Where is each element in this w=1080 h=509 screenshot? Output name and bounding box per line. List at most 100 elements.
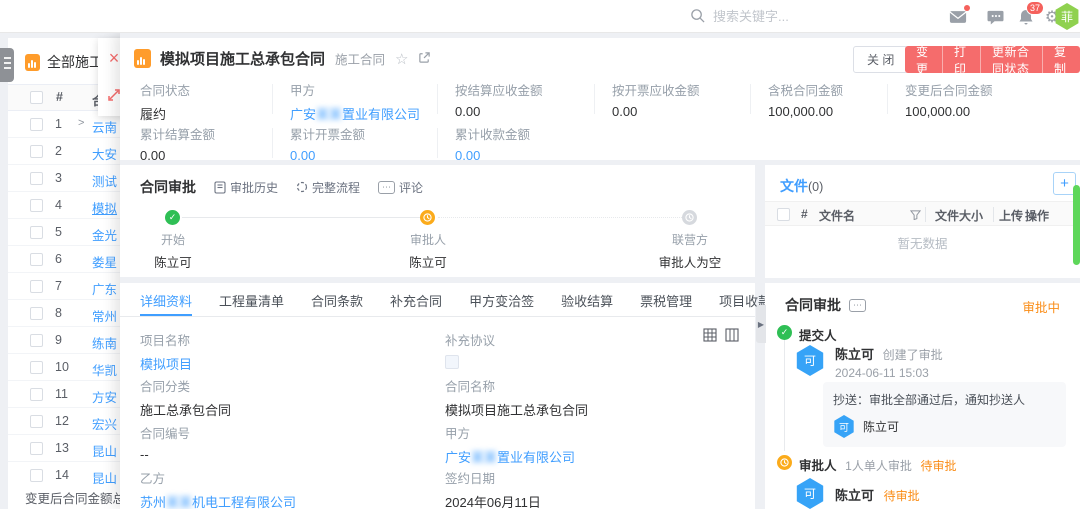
files-col-name: 文件名	[819, 207, 855, 224]
row-checkbox[interactable]	[30, 334, 43, 347]
scrollbar-thumb[interactable]	[1073, 185, 1080, 265]
chat-icon[interactable]	[985, 7, 1005, 27]
field-supplement-flag: 补充协议	[445, 330, 495, 372]
text-part: 广安	[290, 107, 316, 122]
tab-terms[interactable]: 合同条款	[311, 289, 363, 316]
text-part: 苏州	[140, 495, 166, 509]
comment-link[interactable]: ⋯ 评论	[378, 179, 423, 196]
approver-stage-status: 待审批	[920, 459, 956, 473]
panel-collapse-handle[interactable]: ▶	[756, 305, 766, 343]
favorite-star-icon[interactable]: ☆	[395, 50, 408, 68]
row-checkbox[interactable]	[30, 442, 43, 455]
files-title: 文件	[780, 178, 808, 194]
contract-link[interactable]: 华凯	[92, 360, 117, 379]
row-index: 3	[55, 171, 62, 185]
contract-link[interactable]: 宏兴	[92, 414, 117, 433]
field-value: 施工总承包合同	[140, 400, 231, 419]
comment-icon[interactable]: ⋯	[849, 299, 866, 312]
page-title: 模拟项目施工总承包合同	[160, 48, 325, 69]
tab-boq[interactable]: 工程量清单	[219, 289, 284, 316]
row-checkbox[interactable]	[30, 145, 43, 158]
approver-label: 审批人	[799, 459, 837, 473]
field-total-settled: 累计结算金额 0.00	[140, 124, 215, 163]
document-chart-icon	[25, 54, 40, 71]
change-button[interactable]: 变 更	[905, 46, 943, 73]
open-external-icon[interactable]	[418, 51, 431, 67]
update-status-button[interactable]: 更新合同状态	[981, 46, 1043, 73]
close-icon[interactable]: ×	[109, 49, 120, 67]
filter-icon[interactable]	[910, 209, 921, 223]
tab-supplement[interactable]: 补充合同	[390, 289, 442, 316]
print-button[interactable]: 打 印	[943, 46, 981, 73]
row-checkbox[interactable]	[30, 118, 43, 131]
document-chart-icon	[134, 49, 151, 68]
row-checkbox[interactable]	[30, 280, 43, 293]
contract-link[interactable]: 模拟	[92, 198, 117, 217]
full-flow-link[interactable]: 完整流程	[296, 179, 360, 196]
received-amount-link[interactable]: 0.00	[455, 148, 530, 163]
tab-tax[interactable]: 票税管理	[640, 289, 692, 316]
approval-history-link[interactable]: 审批历史	[214, 179, 278, 196]
grid-view-icon[interactable]	[703, 328, 717, 345]
redacted-text: 某某	[316, 107, 342, 122]
field-label: 累计开票金额	[290, 124, 365, 143]
global-search[interactable]	[690, 4, 950, 29]
bell-icon[interactable]: 37	[1016, 7, 1036, 27]
contract-link[interactable]: 云南	[92, 117, 117, 136]
text-part: 置业有限公司	[497, 450, 575, 465]
contract-link[interactable]: 昆山	[92, 441, 117, 460]
approval-timeline-card: ▶ 合同审批 ⋯ 审批中 ✓ 提交人 可 陈立可 创建了审批 2024-06-1…	[765, 283, 1080, 509]
tab-acceptance[interactable]: 验收结算	[561, 289, 613, 316]
row-index: 8	[55, 306, 62, 320]
row-expand-caret[interactable]: >	[78, 117, 84, 129]
row-checkbox[interactable]	[30, 361, 43, 374]
field-party-b: 乙方 苏州某某机电工程有限公司	[140, 468, 296, 509]
row-checkbox[interactable]	[30, 253, 43, 266]
contract-link[interactable]: 广东	[92, 279, 117, 298]
approver-status: 待审批	[884, 489, 920, 503]
step-role: 开始	[103, 231, 243, 248]
row-index: 11	[55, 387, 68, 401]
supplement-checkbox[interactable]	[445, 355, 459, 369]
row-checkbox[interactable]	[30, 388, 43, 401]
search-input[interactable]	[713, 9, 913, 24]
files-empty-state: 暂无数据	[765, 233, 1080, 252]
tab-detail-info[interactable]: 详细资料	[140, 289, 192, 316]
tab-party-a-change[interactable]: 甲方变洽签	[469, 289, 534, 316]
row-index: 6	[55, 252, 62, 266]
party-a-link[interactable]: 广安某某置业有限公司	[445, 447, 575, 466]
contract-link[interactable]: 测试	[92, 171, 117, 190]
field-contract-category: 合同分类 施工总承包合同	[140, 376, 231, 419]
contract-link[interactable]: 方安	[92, 387, 117, 406]
field-label: 甲方	[445, 423, 575, 442]
approval-status-badge: 审批中	[1022, 297, 1060, 316]
field-label: 变更后合同金额	[905, 80, 993, 99]
row-index: 5	[55, 225, 62, 239]
files-select-all-checkbox[interactable]	[777, 208, 790, 221]
project-link[interactable]: 模拟项目	[140, 354, 192, 373]
contract-link[interactable]: 常州	[92, 306, 117, 325]
text-part: 广安	[445, 450, 471, 465]
select-all-checkbox[interactable]	[30, 91, 43, 104]
copy-button[interactable]: 复 制	[1043, 46, 1080, 73]
row-checkbox[interactable]	[30, 415, 43, 428]
row-checkbox[interactable]	[30, 199, 43, 212]
mail-icon[interactable]	[948, 7, 968, 27]
row-checkbox[interactable]	[30, 469, 43, 482]
field-party-a-detail: 甲方 广安某某置业有限公司	[445, 423, 575, 466]
invoiced-amount-link[interactable]: 0.00	[290, 148, 365, 163]
submitter-action: 创建了审批	[883, 348, 943, 362]
row-checkbox[interactable]	[30, 172, 43, 185]
contract-link[interactable]: 昆山	[92, 468, 117, 487]
row-checkbox[interactable]	[30, 307, 43, 320]
sidebar-expand-handle[interactable]	[0, 48, 14, 82]
expand-icon[interactable]	[107, 88, 121, 105]
contract-link[interactable]: 练南	[92, 333, 117, 352]
redacted-text: 某某	[166, 495, 192, 509]
contract-link[interactable]: 大安	[92, 144, 117, 163]
columns-view-icon[interactable]	[725, 328, 739, 345]
party-b-link[interactable]: 苏州某某机电工程有限公司	[140, 492, 296, 509]
row-checkbox[interactable]	[30, 226, 43, 239]
close-button[interactable]: 关 闭	[853, 46, 908, 73]
party-a-link[interactable]: 广安某某置业有限公司	[290, 104, 420, 123]
